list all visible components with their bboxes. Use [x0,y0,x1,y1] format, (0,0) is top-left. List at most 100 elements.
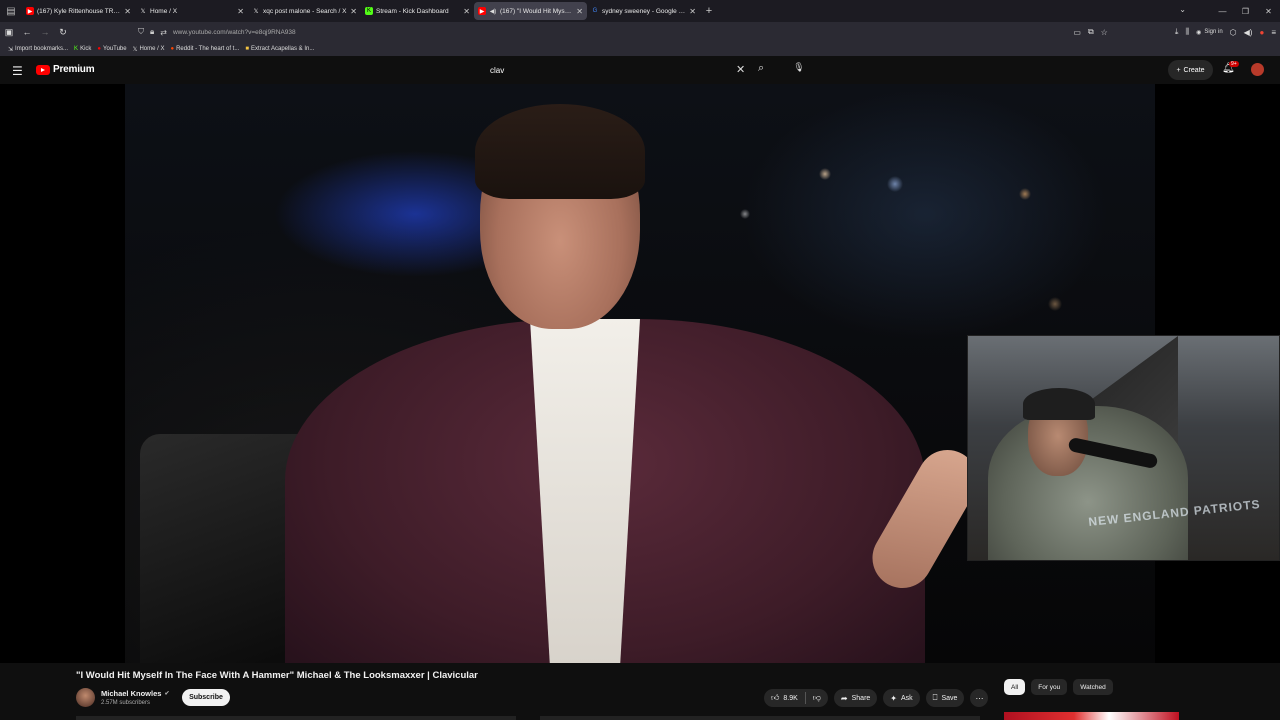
search-icon[interactable]: ⌕ [758,62,764,75]
recommendation-filter-chips: All For you Watched [1004,679,1113,695]
verified-check-icon: ✔︎ [164,691,170,697]
minimize-icon[interactable]: — [1211,7,1234,16]
menu-icon[interactable]: ≡ [1271,28,1276,37]
folder-icon: ■ [245,46,249,52]
new-tab-button[interactable]: + [700,5,718,17]
bookmark-label: Home / X [139,46,165,52]
notification-badge: 9+ [1229,61,1239,67]
bookmark-item[interactable]: 𝕏 Home / X [133,46,165,53]
webcam-streamer-hat [1023,388,1095,420]
kick-icon: K [74,46,79,52]
youtube-icon: ● [97,46,102,52]
bookmark-item[interactable]: ● YouTube [97,46,126,52]
close-tab-icon[interactable]: ✕ [124,7,131,16]
create-button[interactable]: + Create [1168,60,1213,80]
tab-list-icon[interactable]: ▤ [0,0,22,22]
youtube-favicon-icon: ▶ [26,7,34,15]
create-label: Create [1183,66,1205,74]
dislike-button[interactable]: 👎︎ [806,689,828,707]
sparkle-icon: ✦ [890,693,897,703]
subscribe-button[interactable]: Subscribe [182,689,230,706]
close-tab-icon[interactable]: ✕ [576,7,583,16]
channel-name[interactable]: Michael Knowles ✔︎ [101,689,169,698]
volume-icon[interactable]: ◀) [1244,28,1253,37]
bookmark-star-icon[interactable]: ☆ [1101,28,1108,37]
close-tab-icon[interactable]: ✕ [350,7,357,16]
bookmarks-bar: ⇲ Import bookmarks... K Kick ● YouTube 𝕏 Hom… [0,42,1280,56]
browser-tab[interactable]: G sydney sweeney - Google Sear ✕ [587,2,700,20]
google-favicon-icon: G [592,8,598,14]
video-player[interactable]: NEW ENGLAND PATRIOTS [0,84,1280,663]
speaker-icon[interactable]: ◀) [489,7,497,15]
tab-title: Stream - Kick Dashboard [376,7,449,15]
description-box-edge [76,716,516,720]
url-text[interactable]: www.youtube.com/watch?v=e8qj9RNA938 [173,29,296,36]
search-input[interactable]: clav [482,59,752,81]
browser-tab[interactable]: 𝕏 Home / X ✕ [135,2,248,20]
subscriber-count: 2.57M subscribers [101,700,151,706]
ask-button[interactable]: ✦ Ask [883,689,920,707]
browser-tab[interactable]: K Stream - Kick Dashboard ✕ [361,2,474,20]
chip-all[interactable]: All [1004,679,1026,695]
reddit-icon: ● [170,46,175,52]
channel-avatar[interactable] [76,688,95,707]
browser-tab[interactable]: ▶ (167) Kyle Rittenhouse TRASHE ✕ [22,2,135,20]
tab-title: (167) "I Would Hit Myself I [500,7,574,15]
close-window-icon[interactable]: ✕ [1257,7,1280,16]
close-tab-icon[interactable]: ✕ [463,7,470,16]
thumbs-down-icon: 👎︎ [812,693,821,702]
video-title: "I Would Hit Myself In The Face With A H… [76,670,478,681]
screenshot-icon[interactable]: ⧉ [1088,27,1094,37]
close-tab-icon[interactable]: ✕ [689,7,696,16]
extension-red-icon[interactable]: ● [1259,28,1264,37]
address-bar[interactable]: ⛉ 🔒︎ ⇄ www.youtube.com/watch?v=e8qj9RNA9… [132,24,1087,40]
bookmark-item[interactable]: ⇲ Import bookmarks... [8,46,68,53]
restore-icon[interactable]: ❐ [1234,7,1257,16]
sign-in-label: Sign in [1204,29,1223,35]
youtube-play-icon [36,64,50,75]
permissions-icon[interactable]: ⇄ [160,28,167,37]
sidebar-toggle-icon[interactable]: ▣ [0,27,18,38]
clear-search-icon[interactable]: ✕ [736,63,745,76]
window-controls: — ❐ ✕ [1211,0,1280,22]
save-label: Save [941,694,958,702]
sign-in-button[interactable]: ◉ Sign in [1196,29,1223,36]
youtube-premium-logo[interactable]: Premium [36,64,95,75]
browser-tab[interactable]: 𝕏 xqc post malone - Search / X ✕ [248,2,361,20]
kick-favicon-icon: K [365,7,373,15]
tab-title: sydney sweeney - Google Sear [602,7,687,15]
microphone-icon[interactable]: 🎙︎ [792,62,806,76]
import-icon: ⇲ [8,46,14,53]
bookmark-item[interactable]: ■ Extract Acapellas & In... [245,46,314,52]
chip-for-you[interactable]: For you [1031,679,1068,695]
toolbar-right: ▭ ⧉ ☆ ⤓ ⫼ ◉ Sign in ⬡ ◀) ● ≡ [1073,24,1276,40]
extensions-icon[interactable]: ⬡ [1230,28,1237,37]
account-avatar[interactable] [1251,63,1264,76]
video-actions: 👍︎ 8.9K 👎︎ ➦ Share ✦ Ask ⎕ Save ⋯ [764,689,989,707]
channel-name-text: Michael Knowles [101,689,162,698]
host-hair [475,104,645,199]
close-tab-icon[interactable]: ✕ [237,7,244,16]
like-button[interactable]: 👍︎ 8.9K [764,689,805,707]
forward-icon[interactable]: → [36,27,54,37]
recommended-video-thumbnail[interactable] [1004,712,1179,720]
more-actions-icon[interactable]: ⋯ [970,689,989,707]
save-button[interactable]: ⎕ Save [925,689,965,707]
tab-overflow-chevron-icon[interactable]: ⌄ [1179,5,1186,14]
bookmark-item[interactable]: K Kick [74,46,91,52]
downloads-icon[interactable]: ⤓ [1175,27,1179,37]
back-icon[interactable]: ← [18,27,36,37]
library-icon[interactable]: ⫼ [1185,27,1189,37]
reader-view-icon[interactable]: ▭ [1073,28,1081,37]
share-button[interactable]: ➦ Share [833,689,878,707]
reload-icon[interactable]: ↻ [54,27,72,38]
tab-title: xqc post malone - Search / X [263,7,347,15]
bookmark-label: Kick [80,46,92,52]
logo-text: Premium [53,64,95,75]
lock-icon[interactable]: 🔒︎ [150,27,154,37]
guide-menu-icon[interactable]: ☰ [12,64,23,78]
bookmark-item[interactable]: ● Reddit - The heart of t... [170,46,239,52]
chip-watched[interactable]: Watched [1073,679,1113,695]
shield-icon[interactable]: ⛉ [138,27,144,37]
browser-tab-active[interactable]: ▶ ◀) (167) "I Would Hit Myself I ✕ [474,2,587,20]
